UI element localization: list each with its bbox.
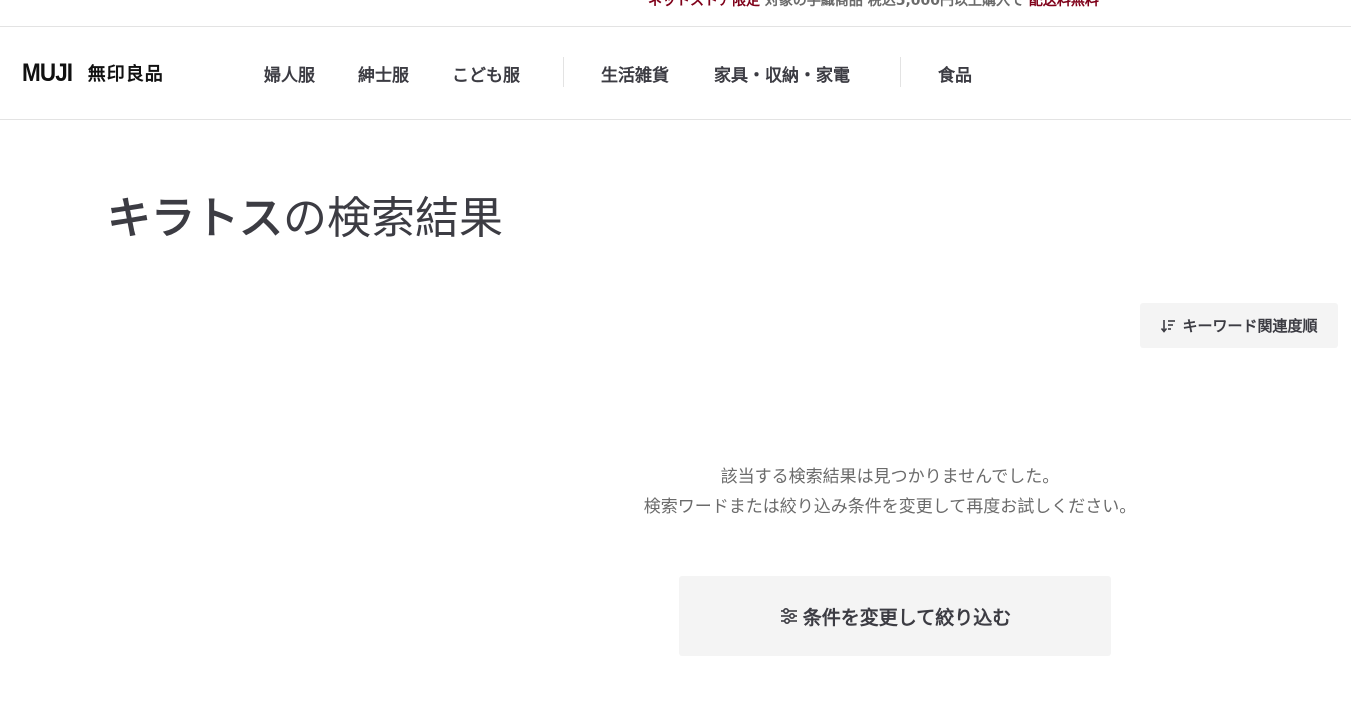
nav-item-household[interactable]: 生活雑貨 <box>601 61 669 86</box>
logo-muji: MUJI <box>22 58 73 87</box>
sort-descending-icon <box>1160 318 1176 334</box>
promo-text: ネットストア限定 対象の手織商品 税込5,000円以上購入で 配送料無料 <box>648 0 1099 10</box>
nav-item-kids[interactable]: こども服 <box>452 61 520 86</box>
nav-divider <box>563 57 564 87</box>
filter-button[interactable]: 条件を変更して絞り込む <box>679 576 1111 656</box>
search-keyword: キラトス <box>107 193 283 244</box>
title-suffix: の検索結果 <box>283 193 503 244</box>
promo-prefix: ネットストア限定 <box>648 0 760 9</box>
logo[interactable]: MUJI 無印良品 <box>22 59 164 87</box>
nav-item-mens[interactable]: 紳士服 <box>358 61 409 86</box>
logo-mujirushi: 無印良品 <box>87 64 164 85</box>
empty-message-line2: 検索ワードまたは絞り込み条件を変更して再度お試しください。 <box>643 497 1137 517</box>
nav-item-furniture[interactable]: 家具・収納・家電 <box>714 61 850 86</box>
sliders-icon <box>779 606 799 626</box>
nav-divider <box>900 57 901 87</box>
promo-banner: ネットストア限定 対象の手織商品 税込5,000円以上購入で 配送料無料 <box>0 0 1351 27</box>
nav-item-womens[interactable]: 婦人服 <box>264 61 315 86</box>
sort-button[interactable]: キーワード関連度順 <box>1140 303 1338 348</box>
page-title: キラトスの検索結果 <box>107 182 503 246</box>
empty-message-line1: 該当する検索結果は見つかりませんでした。 <box>720 467 1060 487</box>
promo-middle: 対象の手織商品 税込5,000円以上購入で <box>760 0 1029 9</box>
filter-label: 条件を変更して絞り込む <box>802 606 1012 629</box>
site-header: MUJI 無印良品 婦人服 紳士服 こども服 生活雑貨 家具・収納・家電 食品 <box>0 26 1351 120</box>
promo-highlight[interactable]: 配送料無料 <box>1029 0 1099 9</box>
sort-label: キーワード関連度順 <box>1182 317 1318 335</box>
nav-item-food[interactable]: 食品 <box>938 61 972 86</box>
